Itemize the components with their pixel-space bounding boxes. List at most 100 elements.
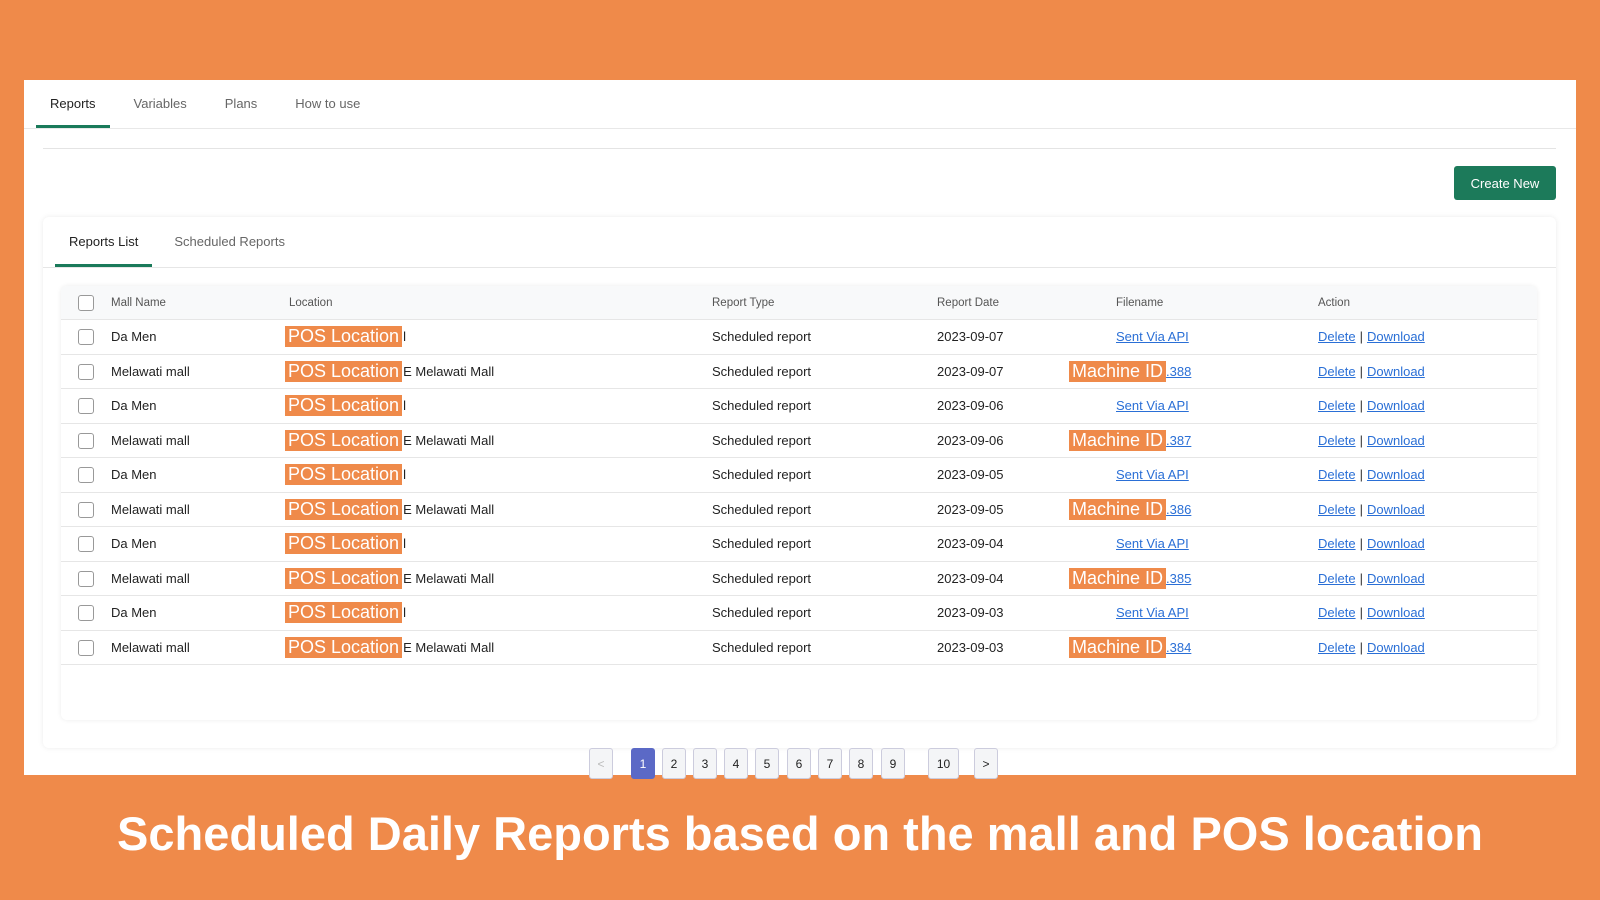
- separator: |: [1359, 536, 1363, 552]
- download-link[interactable]: Download: [1367, 605, 1425, 620]
- machine-id-tag: Machine ID: [1069, 498, 1167, 520]
- row-checkbox[interactable]: [78, 605, 94, 621]
- sent-via-api-link[interactable]: Sent Via API: [1116, 467, 1189, 482]
- row-checkbox[interactable]: [78, 329, 94, 345]
- filename-link[interactable]: .388: [1166, 364, 1191, 379]
- row-checkbox[interactable]: [78, 432, 94, 449]
- delete-link[interactable]: Delete: [1318, 605, 1356, 620]
- report-type: Scheduled report: [712, 570, 812, 586]
- location-text: E Melawati Mall: [403, 363, 495, 379]
- tab-variables[interactable]: Variables: [120, 80, 201, 128]
- separator: |: [1359, 363, 1363, 379]
- row-checkbox[interactable]: [78, 639, 94, 656]
- page-8-button[interactable]: 8: [849, 748, 873, 779]
- table-row: Melawati mall POS Location E Melawati Mall…: [61, 493, 1537, 527]
- row-checkbox[interactable]: [78, 570, 94, 587]
- download-link[interactable]: Download: [1367, 467, 1425, 482]
- header-action: Action: [1318, 296, 1350, 309]
- prev-page-button[interactable]: <: [589, 748, 613, 779]
- report-type: Scheduled report: [712, 329, 812, 345]
- download-link[interactable]: Download: [1367, 536, 1425, 551]
- delete-link[interactable]: Delete: [1318, 329, 1356, 344]
- report-type: Scheduled report: [712, 639, 812, 655]
- download-link[interactable]: Download: [1367, 398, 1425, 413]
- page-2-button[interactable]: 2: [662, 748, 686, 779]
- sent-via-api-link[interactable]: Sent Via API: [1116, 398, 1189, 413]
- report-date: 2023-09-04: [937, 536, 1004, 552]
- filename: Sent Via API: [1116, 389, 1189, 423]
- location: POS Location E Melawati Mall: [285, 493, 494, 527]
- location-text: l: [403, 605, 406, 621]
- tab-how-to-use[interactable]: How to use: [281, 80, 374, 128]
- sent-via-api-link[interactable]: Sent Via API: [1116, 605, 1189, 620]
- pos-location-tag: POS Location: [285, 567, 403, 589]
- filename-link[interactable]: .386: [1166, 502, 1191, 517]
- header-filename: Filename: [1116, 296, 1164, 309]
- delete-link[interactable]: Delete: [1318, 433, 1356, 448]
- page-5-button[interactable]: 5: [755, 748, 779, 779]
- page-3-button[interactable]: 3: [693, 748, 717, 779]
- report-type: Scheduled report: [712, 398, 812, 414]
- actions: Delete | Download: [1318, 320, 1425, 354]
- download-link[interactable]: Download: [1367, 329, 1425, 344]
- download-link[interactable]: Download: [1367, 433, 1425, 448]
- delete-link[interactable]: Delete: [1318, 364, 1356, 379]
- pos-location-tag: POS Location: [285, 360, 403, 382]
- sent-via-api-link[interactable]: Sent Via API: [1116, 536, 1189, 551]
- tab-scheduled-reports[interactable]: Scheduled Reports: [160, 217, 299, 267]
- download-link[interactable]: Download: [1367, 364, 1425, 379]
- filename-link[interactable]: .384: [1166, 640, 1191, 655]
- location: POS Location E Melawati Mall: [285, 424, 494, 458]
- pos-location-tag: POS Location: [285, 395, 403, 417]
- delete-link[interactable]: Delete: [1318, 640, 1356, 655]
- filename-link[interactable]: .385: [1166, 571, 1191, 586]
- delete-link[interactable]: Delete: [1318, 502, 1356, 517]
- page-6-button[interactable]: 6: [787, 748, 811, 779]
- delete-link[interactable]: Delete: [1318, 467, 1356, 482]
- delete-link[interactable]: Delete: [1318, 398, 1356, 413]
- table-row: Da Men POS Location l Scheduled report 2023-…: [61, 389, 1537, 424]
- download-link[interactable]: Download: [1367, 502, 1425, 517]
- next-page-button[interactable]: >: [974, 748, 998, 779]
- tab-plans[interactable]: Plans: [211, 80, 272, 128]
- page-10-button[interactable]: 10: [928, 748, 959, 779]
- separator: |: [1359, 467, 1363, 483]
- tab-reports[interactable]: Reports: [36, 80, 110, 128]
- report-date: 2023-09-07: [937, 363, 1004, 379]
- row-checkbox[interactable]: [78, 363, 94, 380]
- separator: |: [1359, 329, 1363, 345]
- filename: Machine ID .387: [1069, 424, 1191, 458]
- reports-card: Reports List Scheduled Reports Mall Name…: [43, 217, 1556, 779]
- select-all-checkbox[interactable]: [78, 295, 94, 311]
- filename: Sent Via API: [1116, 458, 1189, 492]
- pos-location-tag: POS Location: [285, 464, 403, 486]
- app-panel: Reports Variables Plans How to use Creat…: [24, 80, 1576, 779]
- actions: Delete | Download: [1318, 527, 1425, 561]
- delete-link[interactable]: Delete: [1318, 536, 1356, 551]
- page-4-button[interactable]: 4: [724, 748, 748, 779]
- create-new-button[interactable]: Create New: [1454, 166, 1556, 200]
- row-checkbox[interactable]: [78, 536, 94, 552]
- download-link[interactable]: Download: [1367, 640, 1425, 655]
- page-1-button[interactable]: 1: [631, 748, 655, 779]
- row-checkbox[interactable]: [78, 467, 94, 483]
- sent-via-api-link[interactable]: Sent Via API: [1116, 329, 1189, 344]
- tabs-divider: [24, 128, 1576, 129]
- tab-reports-list[interactable]: Reports List: [55, 217, 153, 267]
- download-link[interactable]: Download: [1367, 571, 1425, 586]
- mall-name: Da Men: [111, 329, 157, 345]
- main-tabs: Reports Variables Plans How to use: [36, 80, 384, 128]
- page-7-button[interactable]: 7: [818, 748, 842, 779]
- page-9-button[interactable]: 9: [881, 748, 905, 779]
- machine-id-tag: Machine ID: [1069, 567, 1167, 589]
- row-checkbox[interactable]: [78, 501, 94, 518]
- table-row: Da Men POS Location l Scheduled report 2023-…: [61, 596, 1537, 631]
- delete-link[interactable]: Delete: [1318, 571, 1356, 586]
- location: POS Location l: [285, 389, 406, 423]
- report-date: 2023-09-04: [937, 570, 1004, 586]
- actions: Delete | Download: [1318, 389, 1425, 423]
- filename-link[interactable]: .387: [1166, 433, 1191, 448]
- filename: Machine ID .388: [1069, 355, 1191, 389]
- location-text: l: [403, 329, 406, 345]
- row-checkbox[interactable]: [78, 398, 94, 414]
